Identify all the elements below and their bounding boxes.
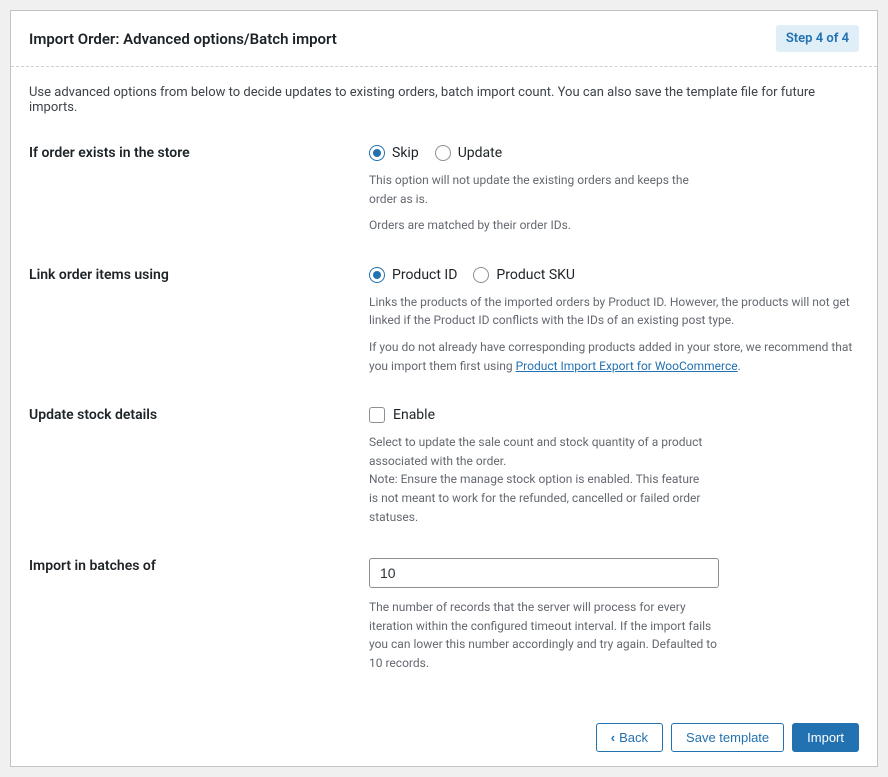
help-paragraph: Note: Ensure the manage stock option is …	[369, 470, 709, 526]
field-label: Import in batches of	[29, 558, 369, 672]
field-content: Enable Select to update the sale count a…	[369, 407, 859, 526]
panel-header: Import Order: Advanced options/Batch imp…	[11, 11, 877, 67]
field-label: If order exists in the store	[29, 145, 369, 235]
field-label: Link order items using	[29, 267, 369, 375]
checkbox-enable-stock[interactable]: Enable	[369, 407, 859, 423]
help-paragraph: Links the products of the imported order…	[369, 293, 859, 330]
help-paragraph: This option will not update the existing…	[369, 171, 709, 208]
page-title: Import Order: Advanced options/Batch imp…	[29, 30, 337, 48]
intro-text: Use advanced options from below to decid…	[29, 85, 859, 115]
button-label: Back	[619, 731, 648, 744]
radio-label: Product ID	[392, 267, 457, 283]
field-link-items: Link order items using Product ID Produc…	[29, 267, 859, 375]
radio-input-icon	[369, 267, 385, 283]
import-button[interactable]: Import	[792, 723, 859, 752]
help-paragraph: Orders are matched by their order IDs.	[369, 216, 709, 235]
radio-label: Product SKU	[496, 267, 575, 283]
panel-body: Use advanced options from below to decid…	[11, 67, 877, 709]
help-text: Links the products of the imported order…	[369, 293, 859, 375]
radio-group-link-items: Product ID Product SKU	[369, 267, 859, 283]
field-order-exists: If order exists in the store Skip Update…	[29, 145, 859, 235]
checkbox-input-icon	[369, 407, 385, 423]
field-content: Product ID Product SKU Links the product…	[369, 267, 859, 375]
help-text: This option will not update the existing…	[369, 171, 709, 235]
save-template-button[interactable]: Save template	[671, 723, 784, 752]
panel-footer: ‹ Back Save template Import	[11, 709, 877, 766]
field-update-stock: Update stock details Enable Select to up…	[29, 407, 859, 526]
checkbox-label: Enable	[393, 407, 435, 423]
radio-label: Update	[458, 145, 502, 161]
radio-input-icon	[473, 267, 489, 283]
step-badge: Step 4 of 4	[776, 25, 859, 52]
radio-skip[interactable]: Skip	[369, 145, 419, 161]
help-text: The number of records that the server wi…	[369, 598, 729, 672]
import-panel: Import Order: Advanced options/Batch imp…	[10, 10, 878, 767]
help-paragraph: If you do not already have corresponding…	[369, 338, 859, 375]
radio-input-icon	[435, 145, 451, 161]
back-button[interactable]: ‹ Back	[596, 723, 663, 752]
product-import-export-link[interactable]: Product Import Export for WooCommerce	[516, 359, 738, 373]
field-content: Skip Update This option will not update …	[369, 145, 859, 235]
chevron-left-icon: ‹	[611, 731, 615, 744]
field-content: The number of records that the server wi…	[369, 558, 859, 672]
field-batch: Import in batches of The number of recor…	[29, 558, 859, 672]
help-paragraph: Select to update the sale count and stoc…	[369, 433, 709, 470]
batch-count-input[interactable]	[369, 558, 719, 588]
radio-product-sku[interactable]: Product SKU	[473, 267, 575, 283]
field-label: Update stock details	[29, 407, 369, 526]
radio-group-order-exists: Skip Update	[369, 145, 859, 161]
radio-update[interactable]: Update	[435, 145, 502, 161]
help-span: .	[738, 359, 741, 373]
radio-label: Skip	[392, 145, 419, 161]
radio-product-id[interactable]: Product ID	[369, 267, 457, 283]
radio-input-icon	[369, 145, 385, 161]
help-text: Select to update the sale count and stoc…	[369, 433, 709, 526]
